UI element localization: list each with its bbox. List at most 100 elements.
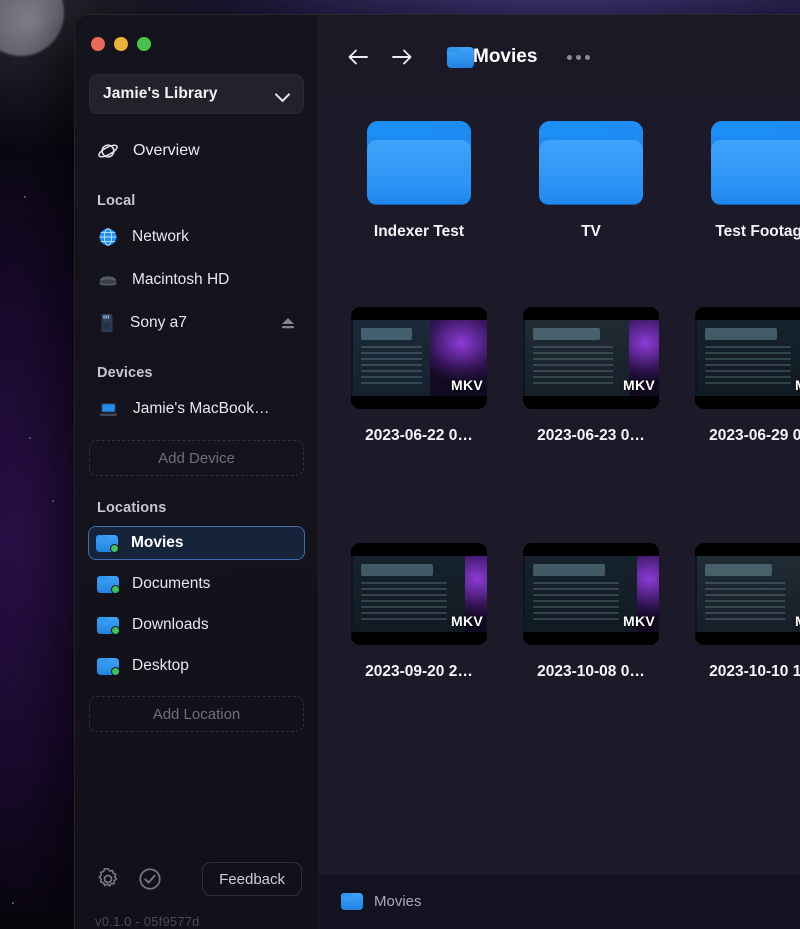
sidebar-item-label: Jamie's MacBook… (133, 400, 296, 418)
sidebar: Jamie's Library Overview Local Network (75, 15, 319, 929)
sidebar-item-label: Downloads (132, 616, 296, 634)
sidebar-section-locations-title: Locations (75, 476, 318, 526)
add-device-button[interactable]: Add Device (89, 440, 304, 476)
sidebar-item-jamies-macbook[interactable]: Jamie's MacBook… (89, 391, 304, 427)
maximize-button[interactable] (137, 37, 151, 51)
video-thumbnail: MKV (523, 543, 659, 645)
content-area: Movies Indexer Test TV (319, 15, 800, 929)
grid-item-label: Indexer Test (374, 223, 464, 241)
harddisk-icon (97, 269, 119, 291)
format-badge: MKV (623, 613, 655, 629)
library-selector[interactable]: Jamie's Library (89, 74, 304, 114)
page-title: Movies (473, 46, 537, 68)
grid-item-label: Test Footage (715, 223, 800, 241)
window-traffic-lights (75, 15, 318, 51)
sidebar-item-desktop[interactable]: Desktop (89, 649, 304, 683)
grid-item-media[interactable]: MKV 2023-10-10 1… (677, 533, 800, 769)
sidebar-item-network[interactable]: Network (89, 219, 304, 255)
grid-item-label: 2023-10-08 0… (537, 663, 645, 681)
moon-decoration (0, 0, 64, 56)
sidebar-item-label: Macintosh HD (132, 271, 296, 289)
grid-item-media[interactable]: MKV 2023-06-29 0… (677, 297, 800, 533)
folder-icon (96, 535, 118, 552)
sidebar-item-label: Movies (131, 534, 297, 552)
grid-item-folder[interactable]: Indexer Test (333, 111, 505, 297)
folder-icon (447, 47, 469, 68)
grid-item-label: 2023-06-23 0… (537, 427, 645, 445)
folder-icon (539, 121, 643, 205)
ellipsis-icon[interactable] (567, 55, 590, 60)
sidebar-spacer (75, 732, 318, 856)
sidebar-footer-row: Feedback (75, 856, 318, 902)
minimize-button[interactable] (114, 37, 128, 51)
chevron-down-icon (276, 87, 290, 101)
star-decoration (24, 196, 26, 198)
video-thumbnail: MKV (695, 307, 800, 409)
folder-icon (341, 893, 363, 910)
sidebar-item-sony-a7[interactable]: Sony a7 (89, 305, 304, 341)
version-label: v0.1.0 - 05f9577d (75, 902, 318, 929)
grid-item-folder[interactable]: Test Footage (677, 111, 800, 297)
sidebar-item-movies[interactable]: Movies (88, 526, 305, 560)
sidebar-item-label: Sony a7 (130, 314, 267, 332)
grid-item-media[interactable]: MKV 2023-09-20 2… (333, 533, 505, 769)
grid-item-media[interactable]: MKV 2023-06-23 0… (505, 297, 677, 533)
format-badge: MKV (623, 377, 655, 393)
star-decoration (52, 500, 54, 502)
laptop-icon (97, 398, 120, 420)
sidebar-item-label: Network (132, 228, 296, 246)
folder-icon (97, 658, 119, 675)
grid-item-label: 2023-10-10 1… (709, 663, 800, 681)
folder-icon (97, 576, 119, 593)
gear-icon[interactable] (95, 866, 121, 892)
grid-item-media[interactable]: MKV 2023-10-08 0… (505, 533, 677, 769)
folder-icon (97, 617, 119, 634)
grid-item-media[interactable]: MKV 2023-06-22 0… (333, 297, 505, 533)
format-badge: MKV (451, 377, 483, 393)
sdcard-icon (97, 312, 117, 334)
breadcrumb[interactable]: Movies (447, 46, 537, 68)
eject-icon[interactable] (280, 316, 296, 330)
add-location-button[interactable]: Add Location (89, 696, 304, 732)
toolbar: Movies (319, 15, 800, 99)
sidebar-section-devices-title: Devices (75, 341, 318, 391)
library-name: Jamie's Library (103, 85, 276, 103)
check-circle-icon[interactable] (137, 866, 163, 892)
sidebar-item-label: Overview (133, 142, 200, 160)
grid-item-folder[interactable]: TV (505, 111, 677, 297)
globe-icon (97, 226, 119, 248)
status-bar: Movies (319, 873, 800, 929)
status-text: Movies (374, 893, 422, 910)
grid-item-label: TV (581, 223, 601, 241)
video-thumbnail: MKV (523, 307, 659, 409)
app-window: Jamie's Library Overview Local Network (74, 14, 800, 929)
format-badge: MKV (795, 613, 800, 629)
file-grid-scroll[interactable]: Indexer Test TV Test Footage (319, 99, 800, 873)
star-decoration (29, 437, 31, 439)
grid-item-label: 2023-06-29 0… (709, 427, 800, 445)
video-thumbnail: MKV (351, 543, 487, 645)
arrow-left-icon (346, 47, 370, 67)
sidebar-item-documents[interactable]: Documents (89, 567, 304, 601)
feedback-button[interactable]: Feedback (202, 862, 302, 896)
sidebar-item-downloads[interactable]: Downloads (89, 608, 304, 642)
sidebar-item-macintosh-hd[interactable]: Macintosh HD (89, 262, 304, 298)
arrow-right-icon (390, 47, 414, 67)
sidebar-section-local-title: Local (75, 169, 318, 219)
video-thumbnail: MKV (695, 543, 800, 645)
close-button[interactable] (91, 37, 105, 51)
format-badge: MKV (795, 377, 800, 393)
sidebar-item-label: Documents (132, 575, 296, 593)
folder-icon (367, 121, 471, 205)
sidebar-item-overview[interactable]: Overview (89, 133, 304, 169)
sidebar-footer: Feedback v0.1.0 - 05f9577d (75, 856, 318, 929)
back-button[interactable] (341, 40, 375, 74)
format-badge: MKV (451, 613, 483, 629)
grid-item-label: 2023-09-20 2… (365, 663, 473, 681)
grid-item-label: 2023-06-22 0… (365, 427, 473, 445)
video-thumbnail: MKV (351, 307, 487, 409)
forward-button[interactable] (385, 40, 419, 74)
star-decoration (12, 902, 14, 904)
file-grid: Indexer Test TV Test Footage (319, 111, 800, 769)
folder-icon (711, 121, 800, 205)
